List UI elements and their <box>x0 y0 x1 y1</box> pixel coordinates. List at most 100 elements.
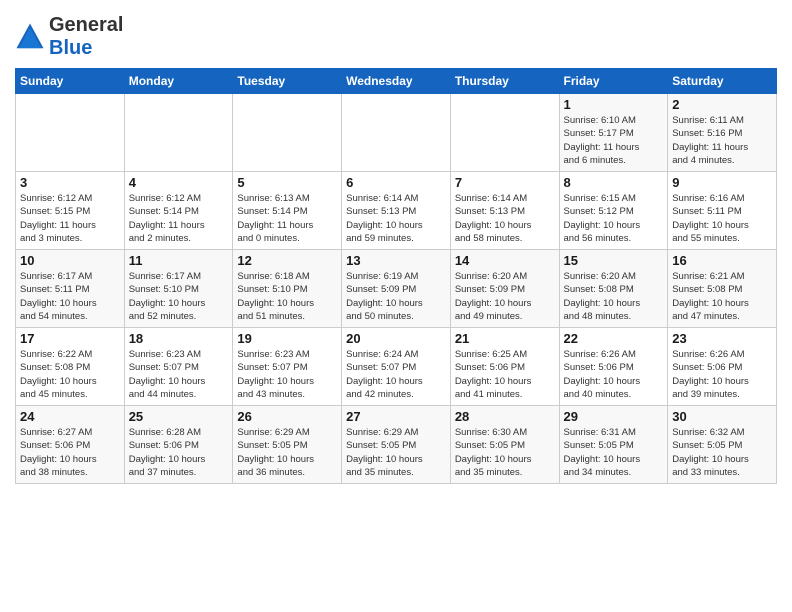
day-info: Sunrise: 6:15 AM Sunset: 5:12 PM Dayligh… <box>564 192 664 245</box>
calendar-cell: 10 Sunrise: 6:17 AM Sunset: 5:11 PM Dayli… <box>16 250 125 328</box>
calendar-week-row: 17 Sunrise: 6:22 AM Sunset: 5:08 PM Dayli… <box>16 328 777 406</box>
calendar-cell: 7 Sunrise: 6:14 AM Sunset: 5:13 PM Daylig… <box>450 172 559 250</box>
logo-area: General Blue <box>15 14 123 60</box>
header: General Blue <box>15 10 777 60</box>
day-number: 19 <box>237 331 337 346</box>
page-container: General Blue SundayMondayTuesdayWednesda… <box>0 0 792 494</box>
day-info: Sunrise: 6:16 AM Sunset: 5:11 PM Dayligh… <box>672 192 772 245</box>
calendar-cell: 11 Sunrise: 6:17 AM Sunset: 5:10 PM Dayli… <box>124 250 233 328</box>
day-number: 20 <box>346 331 446 346</box>
calendar-cell: 18Sunrise: 6:23 AM Sunset: 5:07 PM Dayli… <box>124 328 233 406</box>
day-info: Sunrise: 6:29 AM Sunset: 5:05 PM Dayligh… <box>237 426 337 479</box>
day-info: Sunrise: 6:12 AM Sunset: 5:14 PM Dayligh… <box>129 192 229 245</box>
day-info: Sunrise: 6:10 AM Sunset: 5:17 PM Dayligh… <box>564 114 664 167</box>
day-number: 16 <box>672 253 772 268</box>
day-number: 17 <box>20 331 120 346</box>
calendar-cell: 2 Sunrise: 6:11 AM Sunset: 5:16 PM Daylig… <box>668 94 777 172</box>
day-info: Sunrise: 6:21 AM Sunset: 5:08 PM Dayligh… <box>672 270 772 323</box>
day-info: Sunrise: 6:25 AM Sunset: 5:06 PM Dayligh… <box>455 348 555 401</box>
day-header-wednesday: Wednesday <box>342 69 451 94</box>
calendar-cell: 9 Sunrise: 6:16 AM Sunset: 5:11 PM Daylig… <box>668 172 777 250</box>
day-info: Sunrise: 6:17 AM Sunset: 5:11 PM Dayligh… <box>20 270 120 323</box>
day-number: 27 <box>346 409 446 424</box>
day-number: 21 <box>455 331 555 346</box>
day-header-tuesday: Tuesday <box>233 69 342 94</box>
day-info: Sunrise: 6:18 AM Sunset: 5:10 PM Dayligh… <box>237 270 337 323</box>
calendar-cell: 1 Sunrise: 6:10 AM Sunset: 5:17 PM Daylig… <box>559 94 668 172</box>
calendar-cell: 26 Sunrise: 6:29 AM Sunset: 5:05 PM Dayli… <box>233 406 342 484</box>
calendar-cell: 29 Sunrise: 6:31 AM Sunset: 5:05 PM Dayli… <box>559 406 668 484</box>
day-header-saturday: Saturday <box>668 69 777 94</box>
logo-text: General Blue <box>49 14 123 60</box>
calendar-cell: 16 Sunrise: 6:21 AM Sunset: 5:08 PM Dayli… <box>668 250 777 328</box>
day-info: Sunrise: 6:14 AM Sunset: 5:13 PM Dayligh… <box>346 192 446 245</box>
day-number: 7 <box>455 175 555 190</box>
day-info: Sunrise: 6:20 AM Sunset: 5:09 PM Dayligh… <box>455 270 555 323</box>
calendar-cell: 5 Sunrise: 6:13 AM Sunset: 5:14 PM Daylig… <box>233 172 342 250</box>
day-info: Sunrise: 6:27 AM Sunset: 5:06 PM Dayligh… <box>20 426 120 479</box>
day-info: Sunrise: 6:17 AM Sunset: 5:10 PM Dayligh… <box>129 270 229 323</box>
day-number: 23 <box>672 331 772 346</box>
day-info: Sunrise: 6:30 AM Sunset: 5:05 PM Dayligh… <box>455 426 555 479</box>
day-info: Sunrise: 6:12 AM Sunset: 5:15 PM Dayligh… <box>20 192 120 245</box>
day-info: Sunrise: 6:14 AM Sunset: 5:13 PM Dayligh… <box>455 192 555 245</box>
day-number: 8 <box>564 175 664 190</box>
calendar-cell: 23 Sunrise: 6:26 AM Sunset: 5:06 PM Dayli… <box>668 328 777 406</box>
day-number: 9 <box>672 175 772 190</box>
day-number: 13 <box>346 253 446 268</box>
calendar-cell: 3 Sunrise: 6:12 AM Sunset: 5:15 PM Daylig… <box>16 172 125 250</box>
day-info: Sunrise: 6:26 AM Sunset: 5:06 PM Dayligh… <box>672 348 772 401</box>
day-number: 12 <box>237 253 337 268</box>
day-number: 22 <box>564 331 664 346</box>
calendar-cell: 28 Sunrise: 6:30 AM Sunset: 5:05 PM Dayli… <box>450 406 559 484</box>
day-number: 25 <box>129 409 229 424</box>
day-info: Sunrise: 6:26 AM Sunset: 5:06 PM Dayligh… <box>564 348 664 401</box>
calendar-cell: 8 Sunrise: 6:15 AM Sunset: 5:12 PM Daylig… <box>559 172 668 250</box>
calendar-cell: 20 Sunrise: 6:24 AM Sunset: 5:07 PM Dayli… <box>342 328 451 406</box>
day-number: 10 <box>20 253 120 268</box>
day-info: Sunrise: 6:13 AM Sunset: 5:14 PM Dayligh… <box>237 192 337 245</box>
day-info: Sunrise: 6:24 AM Sunset: 5:07 PM Dayligh… <box>346 348 446 401</box>
day-number: 5 <box>237 175 337 190</box>
day-number: 6 <box>346 175 446 190</box>
day-header-friday: Friday <box>559 69 668 94</box>
calendar-cell <box>16 94 125 172</box>
day-number: 28 <box>455 409 555 424</box>
logo-icon <box>15 22 45 52</box>
day-info: Sunrise: 6:20 AM Sunset: 5:08 PM Dayligh… <box>564 270 664 323</box>
calendar-cell: 15 Sunrise: 6:20 AM Sunset: 5:08 PM Dayli… <box>559 250 668 328</box>
day-number: 15 <box>564 253 664 268</box>
calendar-cell: 14Sunrise: 6:20 AM Sunset: 5:09 PM Dayli… <box>450 250 559 328</box>
calendar-cell: 12 Sunrise: 6:18 AM Sunset: 5:10 PM Dayli… <box>233 250 342 328</box>
day-info: Sunrise: 6:23 AM Sunset: 5:07 PM Dayligh… <box>237 348 337 401</box>
day-number: 29 <box>564 409 664 424</box>
day-number: 2 <box>672 97 772 112</box>
calendar-header-row: SundayMondayTuesdayWednesdayThursdayFrid… <box>16 69 777 94</box>
day-info: Sunrise: 6:32 AM Sunset: 5:05 PM Dayligh… <box>672 426 772 479</box>
day-number: 24 <box>20 409 120 424</box>
day-number: 11 <box>129 253 229 268</box>
day-info: Sunrise: 6:29 AM Sunset: 5:05 PM Dayligh… <box>346 426 446 479</box>
calendar-cell <box>233 94 342 172</box>
calendar-cell: 6 Sunrise: 6:14 AM Sunset: 5:13 PM Daylig… <box>342 172 451 250</box>
day-number: 30 <box>672 409 772 424</box>
calendar-week-row: 3 Sunrise: 6:12 AM Sunset: 5:15 PM Daylig… <box>16 172 777 250</box>
day-info: Sunrise: 6:28 AM Sunset: 5:06 PM Dayligh… <box>129 426 229 479</box>
day-info: Sunrise: 6:31 AM Sunset: 5:05 PM Dayligh… <box>564 426 664 479</box>
calendar-cell: 30 Sunrise: 6:32 AM Sunset: 5:05 PM Dayli… <box>668 406 777 484</box>
day-info: Sunrise: 6:22 AM Sunset: 5:08 PM Dayligh… <box>20 348 120 401</box>
day-number: 3 <box>20 175 120 190</box>
calendar-cell: 21 Sunrise: 6:25 AM Sunset: 5:06 PM Dayli… <box>450 328 559 406</box>
calendar-week-row: 10 Sunrise: 6:17 AM Sunset: 5:11 PM Dayli… <box>16 250 777 328</box>
day-number: 1 <box>564 97 664 112</box>
calendar-cell: 13 Sunrise: 6:19 AM Sunset: 5:09 PM Dayli… <box>342 250 451 328</box>
calendar-cell: 27 Sunrise: 6:29 AM Sunset: 5:05 PM Dayli… <box>342 406 451 484</box>
day-header-sunday: Sunday <box>16 69 125 94</box>
calendar-cell: 22 Sunrise: 6:26 AM Sunset: 5:06 PM Dayli… <box>559 328 668 406</box>
day-info: Sunrise: 6:11 AM Sunset: 5:16 PM Dayligh… <box>672 114 772 167</box>
day-header-monday: Monday <box>124 69 233 94</box>
calendar-cell <box>450 94 559 172</box>
day-info: Sunrise: 6:19 AM Sunset: 5:09 PM Dayligh… <box>346 270 446 323</box>
day-info: Sunrise: 6:23 AM Sunset: 5:07 PM Dayligh… <box>129 348 229 401</box>
day-number: 26 <box>237 409 337 424</box>
